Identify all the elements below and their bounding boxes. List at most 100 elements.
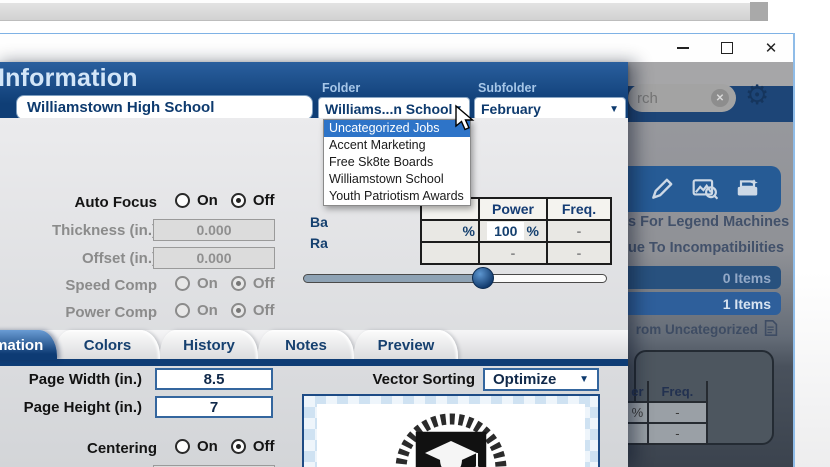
speed-comp-radios: On Off	[175, 275, 275, 292]
folder-option-youth-patriotism-awards[interactable]: Youth Patriotism Awards	[324, 188, 470, 205]
screen: ✕ rch ✕ ⚙	[0, 0, 830, 467]
power-comp-radios: On Off	[175, 302, 275, 319]
centering-off-radio[interactable]	[231, 439, 246, 454]
page-height-label: Page Height (in.)	[0, 399, 142, 416]
edit-pencil-icon[interactable]	[649, 176, 675, 202]
tab-notes[interactable]: Notes	[258, 330, 354, 360]
table-cell	[421, 242, 479, 264]
folder-value: Williams...n School	[325, 101, 452, 117]
job-preview-canvas[interactable]: DEPARTMENT OF EDUCATION ★	[302, 394, 600, 467]
tab-history[interactable]: History	[160, 330, 258, 360]
slider-track[interactable]	[303, 274, 607, 283]
background-app-dimmed: rch ✕ ⚙ s For Lege	[628, 62, 793, 467]
tab-information-active[interactable]: Information	[0, 330, 57, 360]
search-input[interactable]: rch ✕	[628, 84, 736, 112]
folder-option-williamstown-school[interactable]: Williamstown School	[324, 171, 470, 188]
search-clear-icon[interactable]: ✕	[711, 89, 729, 107]
background-text-line-1: s For Legend Machines	[628, 214, 781, 230]
off-label: Off	[253, 192, 275, 209]
thickness-label: Thickness (in.)	[0, 222, 157, 239]
close-button[interactable]: ✕	[749, 34, 793, 62]
auto-focus-on-radio[interactable]	[175, 193, 190, 208]
vector-sorting-label: Vector Sorting	[287, 371, 475, 388]
minimize-button[interactable]	[661, 34, 705, 62]
speed-comp-off-radio[interactable]	[231, 276, 246, 291]
image-preview-icon[interactable]	[691, 176, 718, 202]
page-width-input[interactable]	[155, 368, 273, 390]
folder-dropdown-list: Uncategorized Jobs Accent Marketing Free…	[323, 119, 471, 206]
job-information-dialog: Information Name: Folder Williams...n Sc…	[0, 62, 628, 467]
table-header-power: Power	[479, 198, 547, 220]
slider-thumb[interactable]	[472, 267, 494, 289]
bg-table-cell: -	[648, 402, 707, 423]
department-of-education-crest: DEPARTMENT OF EDUCATION ★	[371, 407, 531, 467]
on-label: On	[197, 438, 218, 455]
on-label: On	[197, 302, 218, 319]
vector-sorting-dropdown[interactable]: Optimize ▼	[483, 368, 599, 391]
job-name-input[interactable]	[16, 95, 313, 120]
hidden-label-fragment-ra: Ra	[310, 235, 328, 251]
dialog-body: Auto Focus On Off Thickness (in.) Offset…	[0, 118, 628, 467]
centering-radios: On Off	[175, 438, 275, 455]
off-label: Off	[253, 438, 275, 455]
items-count-badge-0: 0 Items	[628, 266, 781, 289]
off-label: Off	[253, 275, 275, 292]
power-comp-on-radio[interactable]	[175, 303, 190, 318]
on-label: On	[197, 275, 218, 292]
tab-colors[interactable]: Colors	[55, 330, 160, 360]
auto-focus-radios: On Off	[175, 192, 275, 209]
power-comp-label: Power Comp	[0, 304, 157, 321]
folder-option-uncategorized-jobs[interactable]: Uncategorized Jobs	[324, 120, 470, 137]
bg-table-cell	[628, 423, 648, 444]
subfolder-value: February	[481, 101, 541, 117]
off-label: Off	[253, 302, 275, 319]
items-count-badge-1: 1 Items	[628, 292, 781, 315]
uncategorized-text-fragment: rom Uncategorized	[628, 322, 758, 337]
chevron-down-icon: ▼	[609, 104, 619, 115]
gear-icon[interactable]: ⚙	[745, 82, 769, 109]
power-comp-off-radio[interactable]	[231, 303, 246, 318]
minimize-icon	[677, 47, 689, 49]
background-app-toolbar	[628, 166, 781, 212]
window-right-border	[793, 33, 795, 467]
table-cell-freq-value: -	[547, 220, 611, 242]
hidden-label-fragment-ba: Ba	[310, 214, 328, 230]
tab-preview[interactable]: Preview	[354, 330, 458, 360]
bg-table-cell: %	[628, 402, 648, 423]
search-text-fragment: rch	[637, 90, 658, 107]
background-text-line-2: ue To Incompatibilities	[628, 240, 781, 256]
laser-settings-table: Power Freq. % 100% - - -	[420, 197, 612, 265]
power-value-input[interactable]: 100	[487, 222, 524, 240]
table-cell: -	[547, 242, 611, 264]
close-icon: ✕	[765, 41, 778, 56]
speed-comp-on-radio[interactable]	[175, 276, 190, 291]
preview-page: DEPARTMENT OF EDUCATION ★	[317, 404, 585, 467]
power-unit: %	[526, 223, 538, 239]
desktop-background	[795, 33, 830, 467]
centering-label: Centering	[0, 440, 157, 457]
on-label: On	[197, 192, 218, 209]
chevron-down-icon: ▼	[579, 374, 589, 385]
subfolder-label: Subfolder	[478, 81, 536, 95]
folder-option-accent-marketing[interactable]: Accent Marketing	[324, 137, 470, 154]
table-cell-speed-unit: %	[421, 220, 479, 242]
dialog-header: Information Name: Folder Williams...n Sc…	[0, 62, 628, 118]
mouse-cursor	[453, 104, 479, 134]
table-header-freq: Freq.	[547, 198, 611, 220]
background-settings-table: er Freq. % - -	[628, 381, 708, 445]
maximize-button[interactable]	[705, 34, 749, 62]
auto-focus-off-radio[interactable]	[231, 193, 246, 208]
bg-table-header-freq: Freq.	[648, 381, 707, 402]
bg-table-header-power-fragment: er	[628, 381, 648, 402]
window-titlebar: ✕	[0, 33, 793, 62]
maximize-icon	[721, 42, 733, 54]
print-icon[interactable]	[734, 176, 761, 202]
table-cell-power-value[interactable]: 100%	[479, 220, 547, 242]
page-height-input[interactable]	[155, 396, 273, 418]
folder-option-free-sk8te-boards[interactable]: Free Sk8te Boards	[324, 154, 470, 171]
tab-strip: Colors History Notes Preview Information	[0, 330, 628, 360]
centering-on-radio[interactable]	[175, 439, 190, 454]
background-app-content: s For Legend Machines ue To Incompatibil…	[628, 122, 793, 467]
vector-sorting-value: Optimize	[493, 371, 556, 388]
background-window-scroll-nub	[750, 2, 768, 21]
